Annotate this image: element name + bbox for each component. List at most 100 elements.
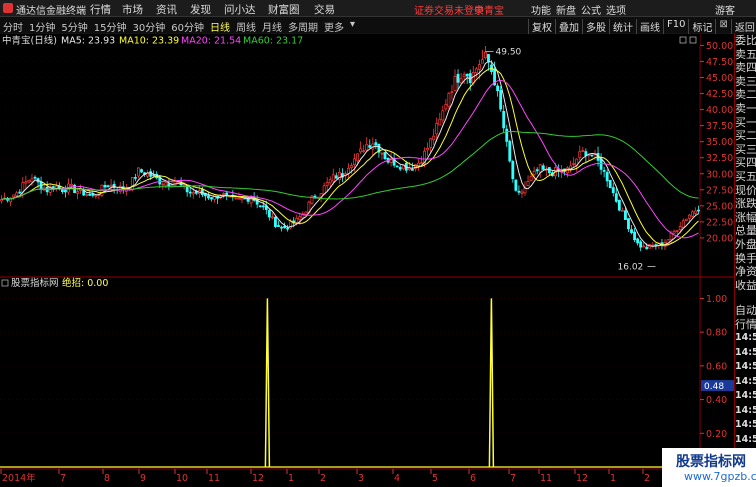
watermark-logo: 股票指标网 www.7gpzb.com: [662, 448, 756, 487]
trade-tab[interactable]: 行情: [735, 318, 756, 332]
link-new-ipo[interactable]: 新盘: [556, 2, 581, 17]
candle-body: [283, 225, 286, 229]
candle-body: [517, 190, 521, 193]
candle-body: [362, 150, 366, 153]
candle-body: [538, 164, 542, 173]
indicator-signal-label: 绝招: 0.00: [62, 277, 108, 289]
menu-item-news[interactable]: 资讯: [156, 2, 190, 17]
menu-item-quotes[interactable]: 行情: [90, 2, 122, 17]
candle-body: [441, 110, 445, 121]
chart-tool-button[interactable]: 叠加: [555, 19, 582, 34]
price-tick-label: 27.50: [706, 185, 733, 196]
candle-body: [541, 165, 545, 170]
period-tab[interactable]: 更多: [321, 19, 347, 34]
chart-tool-button[interactable]: 多股: [582, 19, 609, 34]
candle-body: [350, 165, 353, 168]
candle-body: [624, 210, 627, 220]
chart-tool-button[interactable]: 返回: [730, 19, 756, 34]
candle-body: [694, 210, 697, 214]
candle-body: [383, 152, 387, 160]
candle-body: [480, 59, 484, 64]
candle-body: [374, 142, 378, 146]
price-tick-label: 35.00: [706, 137, 733, 148]
period-tab[interactable]: 15分钟: [91, 19, 130, 34]
menu-item-market[interactable]: 市场: [122, 2, 156, 17]
menu-item-trade[interactable]: 交易: [314, 2, 344, 17]
close-icon[interactable]: ⊠: [715, 19, 730, 34]
price-tick-label: 42.50: [706, 89, 733, 100]
candle-body: [237, 197, 241, 200]
chart-tool-button[interactable]: 统计: [609, 19, 636, 34]
candle-body: [444, 103, 448, 110]
period-tab[interactable]: 5分钟: [58, 19, 90, 34]
time-axis-label: 5: [432, 473, 438, 484]
time-axis-label: 6: [470, 473, 476, 484]
period-tab[interactable]: 60分钟: [168, 19, 207, 34]
candle-body: [137, 167, 140, 177]
candle-body: [499, 90, 503, 110]
price-tick-label: 32.50: [706, 153, 733, 164]
more-dropdown-icon[interactable]: ▾: [347, 19, 358, 34]
candle-body: [88, 194, 92, 196]
period-tab[interactable]: 月线: [259, 19, 285, 34]
period-tab[interactable]: 分时: [0, 19, 26, 34]
time-axis-label: 4: [394, 473, 400, 484]
period-tab[interactable]: 周线: [233, 19, 259, 34]
candle-body: [456, 73, 460, 83]
candle-body: [331, 174, 335, 182]
candle-body: [188, 191, 192, 194]
tick-time: 14:50: [735, 419, 756, 431]
time-axis-label: 7: [510, 473, 516, 484]
period-tabs: 分时 1分钟 5分钟 15分钟 30分钟 60分钟 日线 周线 月线 多周期 更多 ▾: [0, 19, 358, 34]
chart-tool-button[interactable]: 画线: [636, 19, 663, 34]
candle-body: [639, 241, 643, 248]
candle-body: [617, 199, 621, 211]
main-menu: 行情 市场 资讯 发现 问小达 财富圈 交易: [90, 2, 344, 17]
menu-item-discover[interactable]: 发现: [190, 2, 224, 17]
candle-body: [60, 189, 64, 193]
candle-body: [426, 147, 430, 151]
quote-side-panel: 委比 卖五 卖四 卖三 卖二 卖一 买一 买二 买三 买四 买五 现价 涨跌 涨幅 总量 外盘 换手 净资 收益 自动…: [734, 34, 756, 487]
candle-body: [210, 197, 213, 200]
menu-item-ask[interactable]: 问小达: [224, 2, 268, 17]
chart-tool-button[interactable]: 复权: [528, 19, 555, 34]
time-axis-label: 11: [208, 473, 220, 484]
app-name: 通达信金融终端: [16, 6, 86, 17]
candle-body: [447, 92, 451, 107]
indicator-title: 股票指标网: [11, 277, 59, 289]
candle-body: [398, 167, 402, 170]
candle-body: [633, 231, 636, 241]
period-tab[interactable]: 1分钟: [26, 19, 58, 34]
period-tab[interactable]: 30分钟: [129, 19, 168, 34]
time-axis-label: 12: [252, 473, 264, 484]
candle-body: [578, 151, 582, 158]
link-function[interactable]: 功能: [531, 2, 556, 17]
candle-body: [325, 182, 329, 186]
candle-body: [605, 172, 609, 182]
price-tick-label: 25.00: [706, 201, 733, 212]
watermark-url: www.7gpzb.com: [684, 470, 756, 483]
kline-chart[interactable]: 50.00 47.50 45.00 42.50 40.00 37.50 35.00 32.50…: [0, 34, 734, 487]
time-axis-label: 1: [288, 473, 294, 484]
chart-tool-button[interactable]: F10: [663, 19, 688, 34]
chart-tool-button[interactable]: 标记: [688, 19, 715, 34]
candle-body: [76, 191, 80, 194]
quote-field-label: 买三: [735, 142, 756, 156]
candle-body: [681, 220, 685, 229]
price-tick-label: 45.00: [706, 73, 733, 84]
period-tab[interactable]: 多周期: [285, 19, 321, 34]
trade-tab[interactable]: 自动: [735, 304, 756, 318]
link-options[interactable]: 选项: [606, 2, 631, 17]
indicator-tick-label: 0.60: [706, 361, 727, 372]
candle-body: [225, 192, 229, 196]
link-formula[interactable]: 公式: [581, 2, 606, 17]
guest-user[interactable]: 游客: [715, 2, 735, 17]
side-separator: [735, 292, 756, 304]
menu-item-fortune[interactable]: 财富圈: [268, 2, 314, 17]
time-axis-label: 3: [358, 473, 364, 484]
candle-body: [356, 153, 360, 162]
period-tab[interactable]: 日线: [207, 19, 233, 34]
candle-body: [477, 64, 481, 70]
candle-body: [234, 197, 238, 200]
candle-body: [328, 179, 332, 184]
